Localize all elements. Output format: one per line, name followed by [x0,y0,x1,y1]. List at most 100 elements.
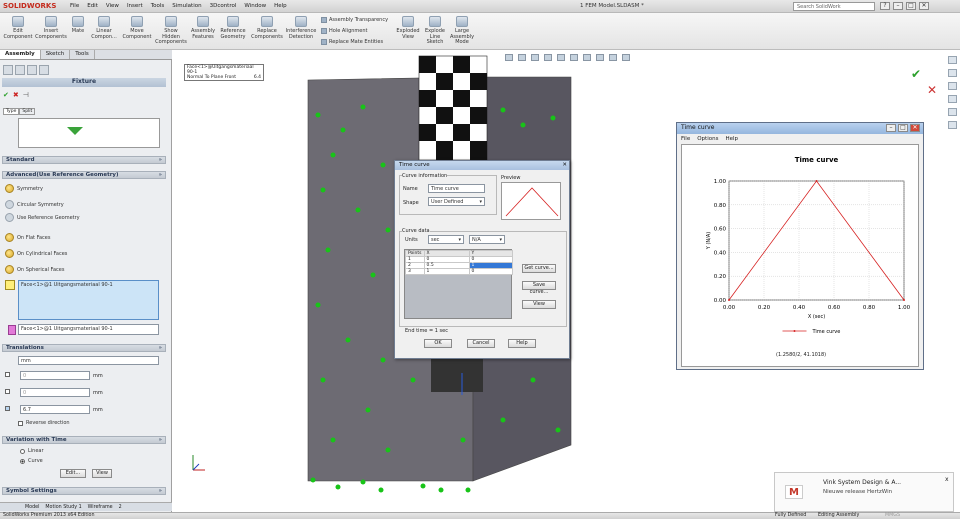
view-palette-icon[interactable] [948,95,957,103]
menu-tools[interactable]: Tools [151,3,165,9]
maximize-button[interactable]: □ [906,2,916,10]
cancel-x-icon[interactable]: ✖ [13,91,19,99]
table-cell[interactable]: 0 [468,268,514,275]
symbol-settings-header[interactable]: Symbol Settings» [2,487,166,495]
option-on-spherical-faces[interactable]: On Spherical Faces [5,265,64,274]
assembly-transparency-button[interactable]: Assembly Transparency [321,17,388,23]
option-circular-symmetry[interactable]: Circular Symmetry [5,200,64,209]
save-curve-button[interactable]: Save curve... [522,281,556,295]
tab-motion-study[interactable]: Motion Study 1 [45,505,81,510]
config-manager-icon[interactable] [27,65,37,75]
large-assembly-mode-button[interactable]: Large Assembly Mode [449,16,475,46]
curve-option[interactable]: Curve [20,458,43,464]
tab-model[interactable]: Model [25,505,39,510]
edit-curve-button[interactable]: Edit... [60,469,86,478]
ok-check-icon[interactable]: ✔ [3,91,9,99]
insert-components-button[interactable]: Insert Components [35,16,67,40]
face-selection-box[interactable]: Face<1>@1 Uitgangsmateriaal 90-1 [18,280,159,320]
resources-icon[interactable] [948,56,957,64]
hide-show-icon[interactable] [583,54,591,61]
option-on-cylindrical-faces[interactable]: On Cylindrical Faces [5,249,67,258]
property-manager-icon[interactable] [15,65,25,75]
tab-split[interactable]: Split [19,108,36,115]
maximize-icon[interactable]: □ [898,124,908,132]
chart-menu-help[interactable]: Help [725,136,738,142]
previous-view-icon[interactable] [531,54,539,61]
tab-tools[interactable]: Tools [70,50,95,59]
help-button[interactable]: Help [508,339,536,348]
linear-radio[interactable] [20,448,25,454]
search-input[interactable]: Search SolidWork [793,2,875,11]
unit-select[interactable]: mm [18,356,159,365]
display-style-icon[interactable] [570,54,578,61]
menu-simulation[interactable]: Simulation [172,3,201,9]
reverse-direction-checkbox[interactable] [18,420,23,426]
get-curve-button[interactable]: Get curve... [522,264,556,273]
linear-option[interactable]: Linear [20,448,44,454]
interference-detection-button[interactable]: Interference Detection [285,16,317,40]
option-on-flat-faces[interactable]: On Flat Faces [5,233,50,242]
table-row[interactable]: 3 1 0 [405,268,514,275]
mate-button[interactable]: Mate [69,16,87,35]
tab-sketch[interactable]: Sketch [41,50,71,59]
feature-tree-icon[interactable] [3,65,13,75]
zoom-area-icon[interactable] [518,54,526,61]
menu-insert[interactable]: Insert [127,3,143,9]
edit-appearance-icon[interactable] [596,54,604,61]
section-view-icon[interactable] [544,54,552,61]
option-symmetry[interactable]: Symmetry [5,184,43,193]
option-use-reference-geometry[interactable]: Use Reference Geometry [5,213,80,222]
translation-x-checkbox[interactable] [5,372,10,377]
translation-x-input[interactable]: 0 [20,371,90,380]
tab-type[interactable]: Type [3,108,20,115]
file-explorer-icon[interactable] [948,82,957,90]
apply-scene-icon[interactable] [609,54,617,61]
menu-3dcontrol[interactable]: 3Dcontrol [210,3,237,9]
zoom-to-fit-icon[interactable] [505,54,513,61]
edit-component-button[interactable]: Edit Component [3,16,33,40]
dialog-close-icon[interactable]: ✕ [562,161,567,169]
chart-menu-file[interactable]: File [681,136,690,142]
translations-section-header[interactable]: Translations» [2,344,166,352]
pushpin-icon[interactable]: ⊣ [23,91,29,99]
linear-component-pattern-button[interactable]: Linear Compon... [89,16,119,40]
variation-section-header[interactable]: Variation with Time» [2,436,166,444]
move-component-button[interactable]: Move Component [121,16,153,40]
show-hidden-components-button[interactable]: Show Hidden Components [155,16,187,46]
menu-edit[interactable]: Edit [87,3,98,9]
tab-wireframe[interactable]: Wireframe [88,505,113,510]
ok-button[interactable]: OK [424,339,452,348]
view-settings-icon[interactable] [622,54,630,61]
menu-help[interactable]: Help [274,3,287,9]
minimize-button[interactable]: – [893,2,903,10]
curve-name-input[interactable]: Time curve [428,184,485,193]
standard-section-header[interactable]: Standard» [2,156,166,164]
menu-view[interactable]: View [106,3,119,9]
reverse-direction-row[interactable]: Reverse direction [18,420,70,426]
reference-face-box[interactable]: Face<1>@1 Uitgangsmateriaal 90-1 [18,324,159,335]
custom-properties-icon[interactable] [948,121,957,129]
advanced-section-header[interactable]: Advanced(Use Reference Geometry)» [2,171,166,179]
minimize-icon[interactable]: – [886,124,896,132]
x-units-select[interactable]: sec ▾ [428,235,464,244]
hole-alignment-button[interactable]: Hole Alignment [321,28,368,34]
curve-radio[interactable] [20,458,25,464]
notification-close-icon[interactable]: x [945,476,949,483]
reference-geometry-button[interactable]: Reference Geometry [219,16,247,40]
view-curve-button[interactable]: View [92,469,112,478]
tab-2[interactable]: 2 [119,505,122,510]
explode-line-sketch-button[interactable]: Explode Line Sketch [423,16,447,46]
replace-mate-entities-button[interactable]: Replace Mate Entities [321,39,383,45]
table-cell[interactable]: 1 [423,268,470,275]
appearances-icon[interactable] [948,108,957,116]
units-status[interactable]: MMGS [885,513,900,518]
translation-z-input[interactable]: 6.7 [20,405,90,414]
assembly-features-button[interactable]: Assembly Features [189,16,217,40]
close-icon[interactable]: ✕ [910,124,920,132]
view-orientation-icon[interactable] [557,54,565,61]
menu-file[interactable]: File [70,3,79,9]
close-button[interactable]: ✕ [919,2,929,10]
replace-components-button[interactable]: Replace Components [251,16,283,40]
tab-assembly[interactable]: Assembly [0,50,41,59]
exploded-view-button[interactable]: Exploded View [395,16,421,40]
